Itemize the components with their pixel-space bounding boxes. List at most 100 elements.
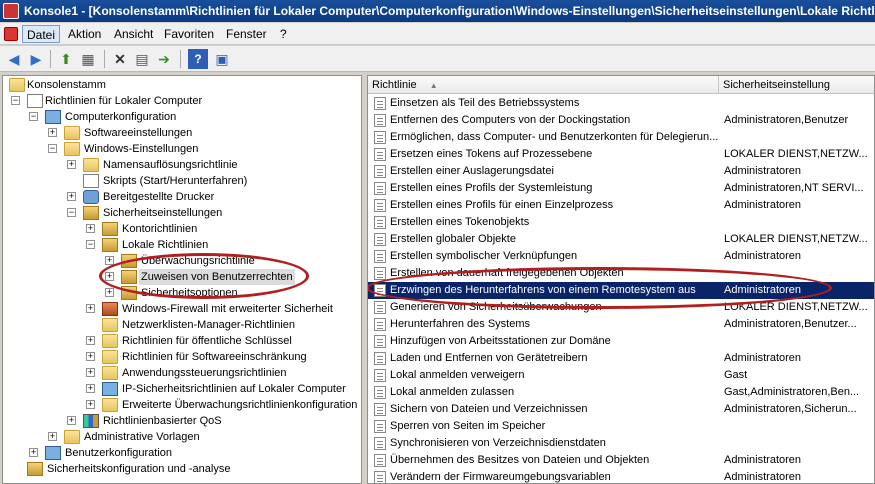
tree-pane[interactable]: Konsolenstamm − Richtlinien für Lokaler … bbox=[2, 75, 362, 484]
menu-action[interactable]: Aktion bbox=[64, 25, 105, 43]
expand-icon[interactable]: + bbox=[105, 288, 114, 297]
toolbar-separator bbox=[104, 50, 105, 68]
export-icon[interactable]: ➔ bbox=[154, 49, 174, 69]
expand-icon[interactable]: + bbox=[86, 224, 95, 233]
list-row[interactable]: Sichern von Dateien und Verzeichnissen Ad… bbox=[368, 401, 874, 418]
policy-setting: Administratoren bbox=[724, 250, 802, 262]
list-row[interactable]: Entfernen des Computers von der Dockings… bbox=[368, 112, 874, 129]
list-row[interactable]: Ersetzen eines Tokens auf Prozessebene LO… bbox=[368, 146, 874, 163]
collapse-icon[interactable]: − bbox=[29, 112, 38, 121]
list-row[interactable]: Übernehmen des Besitzes von Dateien und … bbox=[368, 452, 874, 469]
properties-icon[interactable]: ▤ bbox=[132, 49, 152, 69]
policy-icon bbox=[374, 165, 386, 178]
tree-node-label: Richtlinienbasierter QoS bbox=[103, 415, 222, 427]
policy-name: Erstellen einer Auslagerungsdatei bbox=[390, 165, 554, 177]
policy-icon bbox=[374, 250, 386, 263]
console-app-icon bbox=[3, 3, 19, 19]
list-row[interactable]: Generieren von Sicherheitsüberwachungen L… bbox=[368, 299, 874, 316]
security-folder-icon bbox=[102, 238, 118, 252]
policy-setting: Administratoren,Benutzer... bbox=[724, 318, 857, 330]
policy-name: Erstellen eines Tokenobjekts bbox=[390, 216, 530, 228]
list-row[interactable]: Sperren von Seiten im Speicher bbox=[368, 418, 874, 435]
tree-node-label: Zuweisen von Benutzerrechten bbox=[139, 269, 295, 285]
policy-icon bbox=[374, 284, 386, 297]
list-row[interactable]: Erstellen einer Auslagerungsdatei Adminis… bbox=[368, 163, 874, 180]
collapse-icon[interactable]: − bbox=[48, 144, 57, 153]
expand-icon[interactable]: + bbox=[86, 384, 95, 393]
policy-icon bbox=[374, 335, 386, 348]
tree-node-label: Sicherheitsoptionen bbox=[141, 287, 238, 299]
menu-favorites[interactable]: Favoriten bbox=[160, 25, 218, 43]
expand-icon[interactable]: + bbox=[86, 336, 95, 345]
list-row[interactable]: Synchronisieren von Verzeichnisdienstdat… bbox=[368, 435, 874, 452]
expand-icon[interactable]: + bbox=[67, 160, 76, 169]
expand-icon[interactable]: + bbox=[86, 400, 95, 409]
expand-icon[interactable]: + bbox=[105, 256, 114, 265]
policy-name: Erzwingen des Herunterfahrens von einem … bbox=[390, 284, 696, 296]
policy-name: Sichern von Dateien und Verzeichnissen bbox=[390, 403, 588, 415]
list-row[interactable]: Erstellen symbolischer Verknüpfungen Admi… bbox=[368, 248, 874, 265]
menu-view[interactable]: Ansicht bbox=[110, 25, 157, 43]
collapse-icon[interactable]: − bbox=[11, 96, 20, 105]
policy-name: Entfernen des Computers von der Dockings… bbox=[390, 114, 631, 126]
policy-icon bbox=[374, 454, 386, 467]
expand-icon[interactable]: + bbox=[48, 432, 57, 441]
list-row[interactable]: Laden und Entfernen von Gerätetreibern Ad… bbox=[368, 350, 874, 367]
list-row[interactable]: Erstellen eines Tokenobjekts bbox=[368, 214, 874, 231]
list-row[interactable]: Erstellen globaler Objekte LOKALER DIENST… bbox=[368, 231, 874, 248]
list-row[interactable]: Ermöglichen, dass Computer- und Benutzer… bbox=[368, 129, 874, 146]
policy-setting: Administratoren bbox=[724, 352, 802, 364]
help-icon[interactable]: ? bbox=[188, 49, 208, 69]
expand-icon[interactable]: + bbox=[67, 192, 76, 201]
back-icon[interactable]: ◀ bbox=[4, 49, 24, 69]
policy-name: Ermöglichen, dass Computer- und Benutzer… bbox=[390, 131, 719, 143]
expand-icon[interactable]: + bbox=[86, 368, 95, 377]
folder-icon bbox=[64, 430, 80, 444]
expand-icon[interactable]: + bbox=[86, 304, 95, 313]
list-row[interactable]: Herunterfahren des Systems Administratore… bbox=[368, 316, 874, 333]
policy-name: Hinzufügen von Arbeitsstationen zur Domä… bbox=[390, 335, 611, 347]
policy-name: Lokal anmelden zulassen bbox=[390, 386, 515, 398]
list-pane[interactable]: Richtlinie ▲ Sicherheitseinstellung Eins… bbox=[367, 75, 875, 484]
column-header-setting[interactable]: Sicherheitseinstellung bbox=[719, 76, 874, 94]
policy-icon bbox=[374, 148, 386, 161]
policy-icon bbox=[374, 386, 386, 399]
tree-node-label: Überwachungsrichtlinie bbox=[141, 255, 255, 267]
list-row[interactable]: Erstellen eines Profils für einen Einzel… bbox=[368, 197, 874, 214]
list-row[interactable]: Einsetzen als Teil des Betriebssystems bbox=[368, 95, 874, 112]
list-row[interactable]: Lokal anmelden zulassen Gast,Administrato… bbox=[368, 384, 874, 401]
menu-file[interactable]: Datei bbox=[22, 25, 61, 43]
policy-setting: Administratoren bbox=[724, 454, 802, 466]
list-row[interactable]: Erstellen von dauerhaft freigegebenen Ob… bbox=[368, 265, 874, 282]
up-icon[interactable]: ⬆ bbox=[56, 49, 76, 69]
forward-icon[interactable]: ▶ bbox=[26, 49, 46, 69]
tree-node-label: Namensauflösungsrichtlinie bbox=[103, 159, 238, 171]
tree-node-label: Computerkonfiguration bbox=[65, 111, 177, 123]
console-icon[interactable]: ▣ bbox=[212, 49, 232, 69]
expand-icon[interactable]: + bbox=[105, 272, 114, 281]
delete-icon[interactable]: ✕ bbox=[110, 49, 130, 69]
expand-icon[interactable]: + bbox=[48, 128, 57, 137]
collapse-icon[interactable]: − bbox=[86, 240, 95, 249]
collapse-icon[interactable]: − bbox=[67, 208, 76, 217]
column-header-policy[interactable]: Richtlinie ▲ bbox=[368, 76, 718, 94]
menu-window[interactable]: Fenster bbox=[222, 25, 271, 43]
policy-doc-icon bbox=[27, 94, 43, 108]
expand-icon[interactable]: + bbox=[67, 416, 76, 425]
show-hide-tree-icon[interactable]: ▦ bbox=[78, 49, 98, 69]
list-row[interactable]: Lokal anmelden verweigern Gast bbox=[368, 367, 874, 384]
script-doc-icon bbox=[83, 174, 99, 188]
policy-name: Erstellen globaler Objekte bbox=[390, 233, 516, 245]
list-row[interactable]: Hinzufügen von Arbeitsstationen zur Domä… bbox=[368, 333, 874, 350]
qos-chart-icon bbox=[83, 414, 99, 428]
list-row[interactable]: Erstellen eines Profils der Systemleistu… bbox=[368, 180, 874, 197]
list-row[interactable]: Erzwingen des Herunterfahrens von einem … bbox=[368, 282, 874, 299]
menu-help[interactable]: ? bbox=[276, 25, 291, 43]
system-menu-icon[interactable] bbox=[4, 27, 18, 41]
policy-name: Herunterfahren des Systems bbox=[390, 318, 531, 330]
tree-node-label: Lokale Richtlinien bbox=[122, 239, 209, 251]
list-row[interactable]: Verändern der Firmwareumgebungsvariablen… bbox=[368, 469, 874, 483]
expand-icon[interactable]: + bbox=[29, 448, 38, 457]
policy-setting: Gast,Administratoren,Ben... bbox=[724, 386, 860, 398]
expand-icon[interactable]: + bbox=[86, 352, 95, 361]
